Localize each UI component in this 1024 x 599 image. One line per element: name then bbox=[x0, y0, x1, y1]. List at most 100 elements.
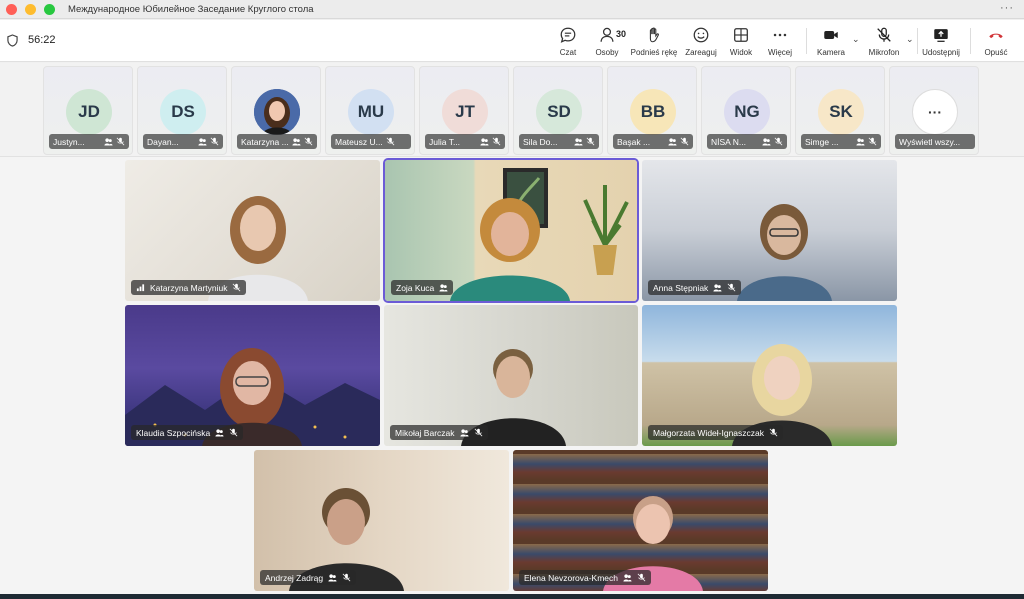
participant-name-tag: Dayan... bbox=[143, 134, 223, 149]
microphone-muted-icon bbox=[586, 137, 595, 146]
smiley-icon bbox=[693, 27, 709, 43]
share-label: Udostępnij bbox=[922, 48, 960, 57]
more-button[interactable]: Więcej bbox=[753, 26, 807, 57]
leave-button[interactable]: Opuść bbox=[969, 26, 1023, 57]
microphone-options-chevron-down-icon[interactable]: ⌄ bbox=[906, 34, 914, 45]
more-label: Więcej bbox=[767, 48, 792, 57]
microphone-muted-icon bbox=[474, 428, 482, 437]
people-icon bbox=[459, 429, 469, 437]
microphone-muted-icon bbox=[637, 573, 646, 582]
participant-name: Mikołaj Barczak bbox=[395, 427, 455, 438]
avatar: SD bbox=[536, 89, 582, 135]
window-controls bbox=[6, 3, 55, 15]
view-all-label: Wyświetl wszy... bbox=[899, 136, 961, 147]
plant bbox=[583, 185, 629, 275]
participant-name: Zoja Kuca bbox=[396, 282, 435, 293]
shield-icon[interactable] bbox=[7, 34, 18, 47]
avatar bbox=[254, 89, 300, 135]
share-screen-icon bbox=[934, 29, 948, 42]
video-tile[interactable]: Mikołaj Barczak bbox=[384, 305, 638, 446]
maximize-window-button[interactable] bbox=[44, 3, 55, 15]
people-button[interactable]: 30 Osoby bbox=[580, 26, 634, 57]
window-more-button[interactable]: ··· bbox=[1000, 2, 1014, 14]
participant-thumbnail[interactable]: JD Justyn... bbox=[43, 66, 133, 155]
avatar: JT bbox=[442, 89, 488, 135]
video-tile[interactable]: Andrzej Zadrąg bbox=[254, 450, 509, 591]
microphone-muted-icon bbox=[774, 137, 783, 146]
meeting-window: Международное Юбилейное Заседание Кругло… bbox=[0, 0, 1024, 599]
participant-thumbnail[interactable]: SK Simge ... bbox=[795, 66, 885, 155]
leave-label: Opuść bbox=[984, 48, 1008, 57]
leave-call-icon bbox=[989, 33, 1003, 39]
microphone-muted-icon bbox=[210, 137, 219, 146]
participant-name: Justyn... bbox=[53, 136, 85, 147]
react-label: Zareaguj bbox=[685, 48, 717, 57]
more-icon: ··· bbox=[912, 89, 958, 135]
view-label: Widok bbox=[729, 48, 753, 57]
video-tile[interactable]: Anna Stępniak bbox=[642, 160, 897, 301]
raise-hand-button[interactable]: Podnieś rękę bbox=[627, 26, 681, 57]
participant-name: Simge ... bbox=[805, 136, 839, 147]
video-tile[interactable]: Klaudia Szpocińska bbox=[125, 305, 380, 446]
signal-strength-icon bbox=[136, 284, 145, 292]
people-icon bbox=[439, 284, 448, 292]
people-icon bbox=[480, 138, 489, 146]
participant-name-tag: Başak ... bbox=[613, 134, 693, 149]
microphone-button[interactable]: Mikrofon bbox=[857, 26, 911, 57]
microphone-label: Mikrofon bbox=[868, 48, 900, 57]
camera-button[interactable]: Kamera bbox=[804, 26, 858, 57]
participant-thumbnail[interactable]: Katarzyna ... bbox=[231, 66, 321, 155]
participant-thumbnail[interactable]: NG NİSA N... bbox=[701, 66, 791, 155]
share-button[interactable]: Udostępnij bbox=[914, 26, 968, 57]
participant-name-tag: Wyświetl wszy... bbox=[895, 134, 975, 149]
microphone-muted-icon bbox=[727, 283, 736, 292]
microphone-muted-icon bbox=[868, 137, 877, 146]
people-icon bbox=[623, 574, 632, 582]
video-tile[interactable]: Katarzyna Martyniuk bbox=[125, 160, 380, 301]
participant-thumbnail[interactable]: SD Sila Do... bbox=[513, 66, 603, 155]
participant-name: NİSA N... bbox=[711, 136, 746, 147]
microphone-muted-icon bbox=[229, 428, 238, 437]
participant-name-tag: Julia T... bbox=[425, 134, 505, 149]
people-icon bbox=[215, 429, 224, 437]
participant-thumbnail[interactable]: BB Başak ... bbox=[607, 66, 697, 155]
video-tile[interactable]: Małgorzata Wideł-Ignaszczak bbox=[642, 305, 897, 446]
participant-name: Małgorzata Wideł-Ignaszczak bbox=[653, 427, 765, 438]
participant-name-tag: Elena Nevzorova-Kmech bbox=[519, 570, 652, 585]
participant-video bbox=[737, 204, 832, 301]
participant-name-tag: Katarzyna Martyniuk bbox=[131, 280, 247, 295]
people-label: Osoby bbox=[595, 48, 619, 57]
raise-hand-icon bbox=[649, 27, 659, 43]
participant-name: Katarzyna Martyniuk bbox=[150, 282, 228, 293]
close-window-button[interactable] bbox=[6, 3, 17, 15]
participant-name: Andrzej Zadrąg bbox=[265, 572, 324, 583]
more-icon bbox=[773, 33, 787, 37]
participant-thumbnail[interactable]: JT Julia T... bbox=[419, 66, 509, 155]
participant-thumbnail[interactable]: MU Mateusz U... bbox=[325, 66, 415, 155]
avatar: DS bbox=[160, 89, 206, 135]
people-icon bbox=[600, 27, 614, 42]
people-icon bbox=[328, 574, 337, 582]
participant-thumbnail[interactable]: DS Dayan... bbox=[137, 66, 227, 155]
people-icon bbox=[198, 138, 207, 146]
chat-icon bbox=[560, 27, 576, 43]
minimize-window-button[interactable] bbox=[25, 3, 36, 15]
avatar: NG bbox=[724, 89, 770, 135]
participant-name-tag: Anna Stępniak bbox=[648, 280, 742, 295]
meeting-timer: 56:22 bbox=[28, 34, 56, 46]
people-icon bbox=[574, 138, 583, 146]
chat-label: Czat bbox=[559, 48, 577, 57]
people-icon bbox=[668, 138, 677, 146]
microphone-muted-icon bbox=[342, 573, 351, 582]
participant-name: Klaudia Szpocińska bbox=[136, 427, 211, 438]
people-icon bbox=[713, 284, 722, 292]
view-all-participants-button[interactable]: ··· Wyświetl wszy... bbox=[889, 66, 979, 155]
microphone-muted-icon bbox=[304, 137, 313, 146]
video-tile-active-speaker[interactable]: Zoja Kuca bbox=[383, 158, 639, 303]
video-tile[interactable]: Elena Nevzorova-Kmech bbox=[513, 450, 768, 591]
participant-name: Başak ... bbox=[617, 136, 651, 147]
participant-name-tag: Małgorzata Wideł-Ignaszczak bbox=[648, 425, 784, 440]
participant-name-tag: Zoja Kuca bbox=[391, 280, 454, 295]
participant-name-tag: Klaudia Szpocińska bbox=[131, 425, 244, 440]
people-icon bbox=[292, 138, 301, 146]
